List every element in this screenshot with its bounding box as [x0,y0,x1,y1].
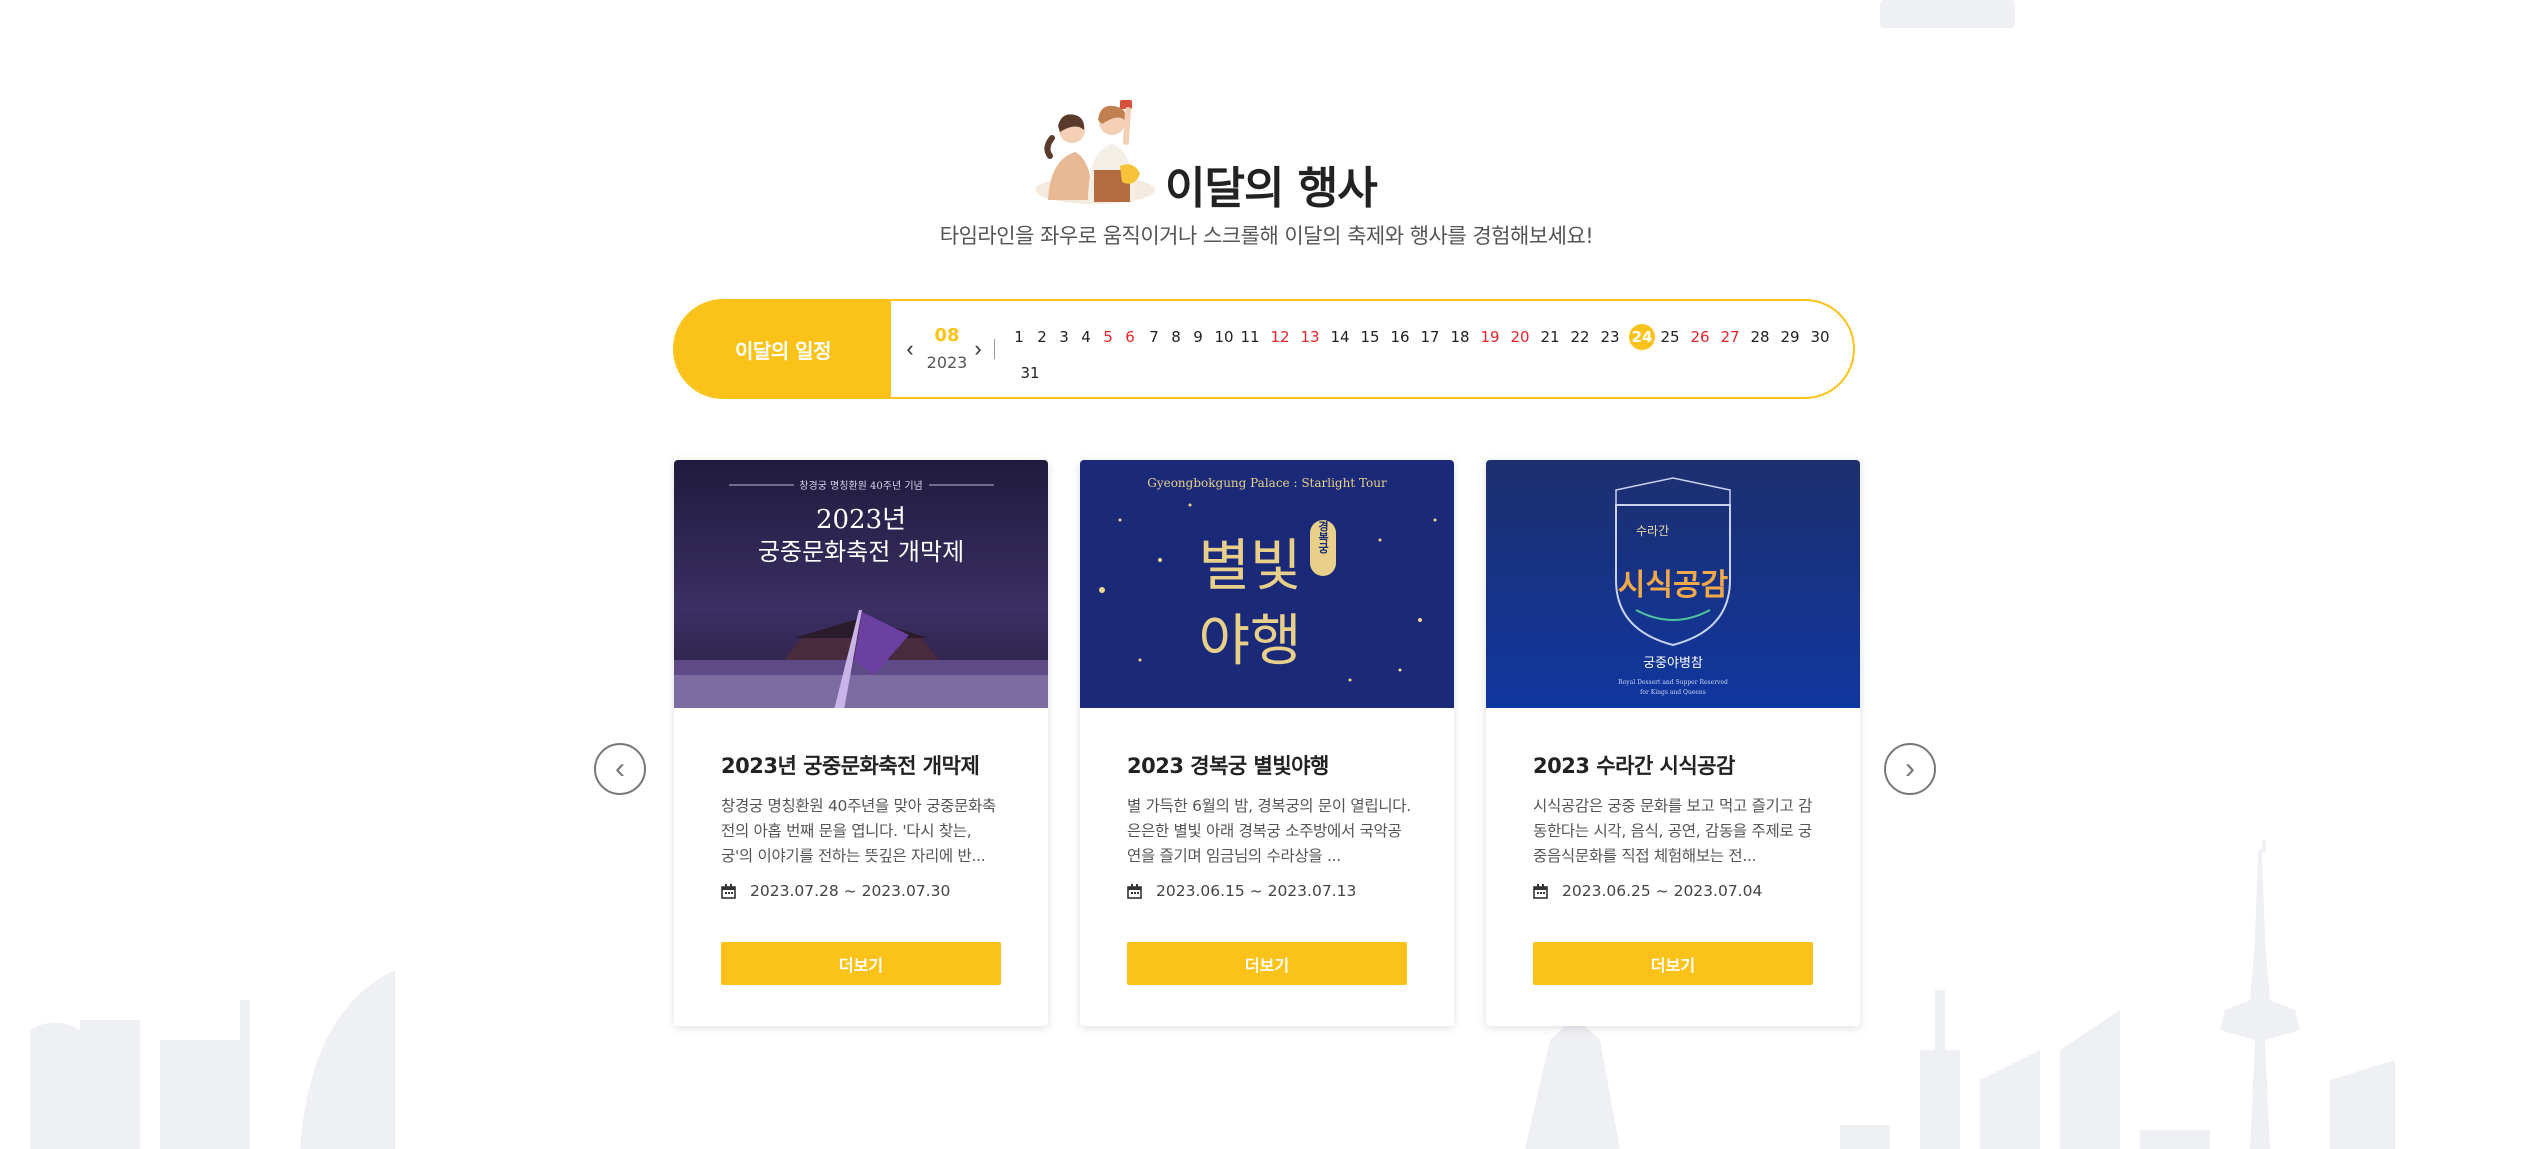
current-year: 2023 [926,353,968,372]
poster-line2: Royal Dessert and Supper Reserved [1618,679,1728,686]
calendar-icon [1127,883,1142,899]
day-6[interactable]: 6 [1123,324,1137,350]
day-17[interactable]: 17 [1419,324,1441,350]
calendar-icon [721,883,736,899]
event-description: 별 가득한 6월의 밤, 경복궁의 문이 열립니다. 은은한 별빛 아래 경복궁… [1127,797,1411,865]
monthly-schedule-bar: 이달의 일정 ‹ 08 2023 › 1 2 3 4 5 6 7 8 9 10 11 12 13 14 15… [673,299,1855,399]
event-date-text: 2023.06.25 ~ 2023.07.04 [1562,882,1763,900]
prev-month-button[interactable]: ‹ [901,337,919,361]
day-4[interactable]: 4 [1079,324,1093,350]
event-title[interactable]: 2023 경복궁 별빛야행 [1127,750,1411,780]
day-9[interactable]: 9 [1191,324,1205,350]
more-button[interactable]: 더보기 [721,942,1001,985]
day-1[interactable]: 1 [1012,324,1026,350]
poster-line1: 별빛 [1198,534,1301,599]
carousel-prev-button[interactable]: ‹ [594,743,646,795]
card-body: 2023 경복궁 별빛야행 별 가득한 6월의 밤, 경복궁의 문이 열립니다.… [1127,750,1411,869]
more-button[interactable]: 더보기 [1127,942,1407,985]
poster-line2: 궁중문화축전 개막제 [758,538,964,566]
event-card: 창경궁 명칭환원 40주년 기념 2023년 궁중문화축전 개막제 2023년 … [674,460,1048,1026]
day-26[interactable]: 26 [1689,324,1711,350]
day-24[interactable]: 24 [1629,324,1655,350]
day-11[interactable]: 11 [1239,324,1261,350]
carousel-next-button[interactable]: › [1884,743,1936,795]
day-19[interactable]: 19 [1479,324,1501,350]
poster-badge: 경복궁 [1317,519,1330,554]
day-25[interactable]: 25 [1659,324,1681,350]
day-10[interactable]: 10 [1213,324,1235,350]
more-button[interactable]: 더보기 [1533,942,1813,985]
event-date-text: 2023.07.28 ~ 2023.07.30 [750,882,951,900]
current-month: 08 [934,325,960,346]
day-20[interactable]: 20 [1509,324,1531,350]
day-7[interactable]: 7 [1147,324,1161,350]
poster-line2: 야행 [1198,609,1301,674]
calendar-icon [1533,883,1548,899]
event-date: 2023.07.28 ~ 2023.07.30 [721,882,950,900]
day-5[interactable]: 5 [1101,324,1115,350]
event-card: 수라간 시식공감 궁중야병참 Royal Dessert and Supper … [1486,460,1860,1026]
poster-line1: 궁중야병참 [1643,656,1703,671]
day-13[interactable]: 13 [1299,324,1321,350]
event-date-text: 2023.06.15 ~ 2023.07.13 [1156,882,1357,900]
divider [994,339,995,359]
day-list: 1 2 3 4 5 6 7 8 9 10 11 12 13 14 15 16 17 18 19 20 21 22 23 24 2… [1001,301,1853,397]
card-body: 2023 수라간 시식공감 시식공감은 궁중 문화를 보고 먹고 즐기고 감동한… [1533,750,1817,869]
poster-line1: 2023년 [816,505,906,535]
day-22[interactable]: 22 [1569,324,1591,350]
month-navigator: ‹ 08 2023 › [891,301,1001,397]
day-12[interactable]: 12 [1269,324,1291,350]
day-29[interactable]: 29 [1779,324,1801,350]
poster-line3: for Kings and Queens [1640,689,1706,696]
day-27[interactable]: 27 [1719,324,1741,350]
event-title[interactable]: 2023년 궁중문화축전 개막제 [721,750,1005,780]
event-title[interactable]: 2023 수라간 시식공감 [1533,750,1817,780]
day-23[interactable]: 23 [1599,324,1621,350]
day-30[interactable]: 30 [1809,324,1831,350]
day-8[interactable]: 8 [1169,324,1183,350]
event-description: 창경궁 명칭환원 40주년을 맞아 궁중문화축전의 아홉 번째 문을 엽니다. … [721,797,996,865]
event-poster-image[interactable]: 창경궁 명칭환원 40주년 기념 2023년 궁중문화축전 개막제 [674,460,1048,708]
day-28[interactable]: 28 [1749,324,1771,350]
day-16[interactable]: 16 [1389,324,1411,350]
section-title: 이달의 행사 [1165,163,1378,214]
event-date: 2023.06.25 ~ 2023.07.04 [1533,882,1762,900]
event-date: 2023.06.15 ~ 2023.07.13 [1127,882,1356,900]
next-month-button[interactable]: › [969,337,987,361]
day-3[interactable]: 3 [1057,324,1071,350]
event-description: 시식공감은 궁중 문화를 보고 먹고 즐기고 감동한다는 시각, 음식, 공연,… [1533,797,1813,865]
event-poster-image[interactable]: 수라간 시식공감 궁중야병참 Royal Dessert and Supper … [1486,460,1860,708]
card-body: 2023년 궁중문화축전 개막제 창경궁 명칭환원 40주년을 맞아 궁중문화축… [721,750,1005,869]
poster-emblem: 수라간 [1636,524,1669,538]
day-15[interactable]: 15 [1359,324,1381,350]
poster-subtitle: Gyeongbokgung Palace : Starlight Tour [1147,476,1387,490]
event-card: Gyeongbokgung Palace : Starlight Tour 경복… [1080,460,1454,1026]
poster-emblem2: 시식공감 [1618,568,1729,603]
day-21[interactable]: 21 [1539,324,1561,350]
poster-subtitle: 창경궁 명칭환원 40주년 기념 [799,479,922,492]
schedule-label: 이달의 일정 [675,301,891,397]
day-2[interactable]: 2 [1035,324,1049,350]
section-subtitle: 타임라인을 좌우로 움직이거나 스크롤해 이달의 축제와 행사를 경험해보세요! [939,224,1594,248]
page: 이달의 행사 타임라인을 좌우로 움직이거나 스크롤해 이달의 축제와 행사를 … [0,0,2533,1149]
day-14[interactable]: 14 [1329,324,1351,350]
day-31[interactable]: 31 [1019,360,1041,386]
couple-illustration-icon [1035,100,1155,204]
day-18[interactable]: 18 [1449,324,1471,350]
event-poster-image[interactable]: Gyeongbokgung Palace : Starlight Tour 경복… [1080,460,1454,708]
